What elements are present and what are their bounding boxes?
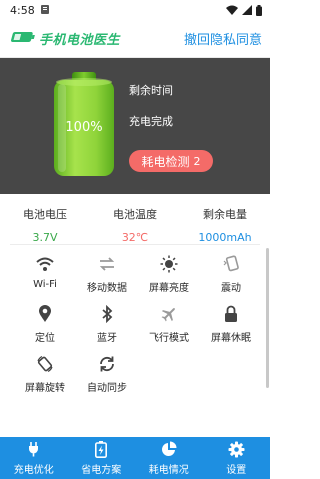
battery-gauge: 100% bbox=[52, 70, 116, 178]
power-check-label: 耗电检测 bbox=[141, 154, 190, 169]
plug-icon bbox=[26, 440, 42, 458]
notification-icon bbox=[40, 4, 49, 17]
battery-stats: 电池电压 3.7V 电池温度 32℃ 剩余电量 1000mAh bbox=[0, 194, 270, 246]
toggle-screen-rotation[interactable]: 屏幕旋转 bbox=[14, 354, 76, 394]
nav-label: 省电方案 bbox=[81, 465, 122, 476]
app-screen: 4:58 手机电池医生 撤回隐私同意 100% 剩余时间 充电完成 耗电检测 2… bbox=[0, 0, 270, 479]
toggle-label: Wi-Fi bbox=[33, 279, 57, 290]
stat-value: 32℃ bbox=[121, 231, 149, 244]
scrollbar[interactable] bbox=[266, 248, 269, 388]
stat-temperature: 电池温度 32℃ bbox=[90, 194, 180, 246]
mobile-data-icon bbox=[97, 254, 117, 274]
bottom-nav: 充电优化 省电方案 耗电情况 设置 bbox=[0, 437, 270, 479]
airplane-icon bbox=[160, 304, 178, 324]
toggle-label: 震动 bbox=[221, 283, 241, 294]
wifi-icon bbox=[226, 5, 238, 15]
power-check-button[interactable]: 耗电检测 2 bbox=[129, 150, 213, 172]
stat-voltage: 电池电压 3.7V bbox=[0, 194, 90, 246]
nav-charge-optimize[interactable]: 充电优化 bbox=[0, 437, 68, 479]
stat-value: 3.7V bbox=[32, 231, 58, 244]
nav-label: 耗电情况 bbox=[148, 465, 189, 476]
remaining-time-label: 剩余时间 bbox=[129, 84, 173, 97]
wifi-icon bbox=[35, 254, 55, 274]
toggle-wifi[interactable]: Wi-Fi bbox=[14, 254, 76, 294]
battery-info: 剩余时间 充电完成 bbox=[129, 82, 173, 144]
vibrate-icon bbox=[222, 254, 240, 274]
toggle-label: 屏幕旋转 bbox=[25, 383, 65, 394]
nav-settings[interactable]: 设置 bbox=[203, 437, 271, 479]
toggle-label: 移动数据 bbox=[87, 283, 127, 294]
toggle-vibrate[interactable]: 震动 bbox=[200, 254, 262, 294]
app-name: 手机电池医生 bbox=[39, 33, 121, 48]
stat-label: 电池电压 bbox=[23, 208, 67, 221]
divider bbox=[10, 244, 260, 245]
toggle-location[interactable]: 定位 bbox=[14, 304, 76, 344]
nav-power-saving[interactable]: 省电方案 bbox=[68, 437, 136, 479]
toggle-screen-sleep[interactable]: 屏幕休眠 bbox=[200, 304, 262, 344]
toggle-brightness[interactable]: 屏幕亮度 bbox=[138, 254, 200, 294]
toggle-mobile-data[interactable]: 移动数据 bbox=[76, 254, 138, 294]
toggle-label: 屏幕亮度 bbox=[149, 283, 189, 294]
status-bar: 4:58 bbox=[0, 0, 270, 20]
app-header: 手机电池医生 撤回隐私同意 bbox=[0, 20, 270, 58]
battery-icon bbox=[256, 4, 262, 16]
sync-icon bbox=[98, 354, 116, 374]
stat-label: 电池温度 bbox=[113, 208, 157, 221]
toggle-label: 定位 bbox=[35, 333, 55, 344]
stat-value: 1000mAh bbox=[198, 231, 252, 244]
brightness-icon bbox=[160, 254, 178, 274]
gear-icon bbox=[228, 440, 245, 458]
battery-saver-icon bbox=[95, 440, 108, 458]
toggle-label: 飞行模式 bbox=[149, 333, 189, 344]
screen-rotation-icon bbox=[36, 354, 54, 374]
toggle-label: 屏幕休眠 bbox=[211, 333, 251, 344]
toggle-bluetooth[interactable]: 蓝牙 bbox=[76, 304, 138, 344]
signal-icon bbox=[242, 5, 252, 15]
battery-panel: 100% 剩余时间 充电完成 耗电检测 2 bbox=[0, 58, 270, 194]
toggle-airplane[interactable]: 飞行模式 bbox=[138, 304, 200, 344]
toggle-auto-sync[interactable]: 自动同步 bbox=[76, 354, 138, 394]
bluetooth-icon bbox=[100, 304, 114, 324]
battery-logo-icon bbox=[10, 29, 36, 49]
revoke-privacy-link[interactable]: 撤回隐私同意 bbox=[184, 29, 262, 48]
quick-toggles: Wi-Fi 移动数据 屏幕亮度 震动 定位 蓝牙 飞行模式 屏幕休眠 屏幕旋转 … bbox=[14, 254, 262, 394]
app-logo: 手机电池医生 bbox=[10, 29, 120, 49]
stat-capacity: 剩余电量 1000mAh bbox=[180, 194, 270, 246]
power-check-count: 2 bbox=[193, 154, 201, 168]
location-icon bbox=[38, 304, 52, 324]
toggle-label: 蓝牙 bbox=[97, 333, 117, 344]
charge-status: 充电完成 bbox=[129, 115, 173, 128]
screen-lock-icon bbox=[224, 304, 238, 324]
stat-label: 剩余电量 bbox=[203, 208, 247, 221]
toggle-label: 自动同步 bbox=[87, 383, 127, 394]
battery-level-text: 100% bbox=[65, 120, 103, 135]
nav-label: 设置 bbox=[226, 465, 247, 476]
nav-label: 充电优化 bbox=[13, 465, 54, 476]
pie-chart-icon bbox=[161, 440, 177, 458]
status-time: 4:58 bbox=[10, 3, 35, 17]
nav-power-usage[interactable]: 耗电情况 bbox=[135, 437, 203, 479]
